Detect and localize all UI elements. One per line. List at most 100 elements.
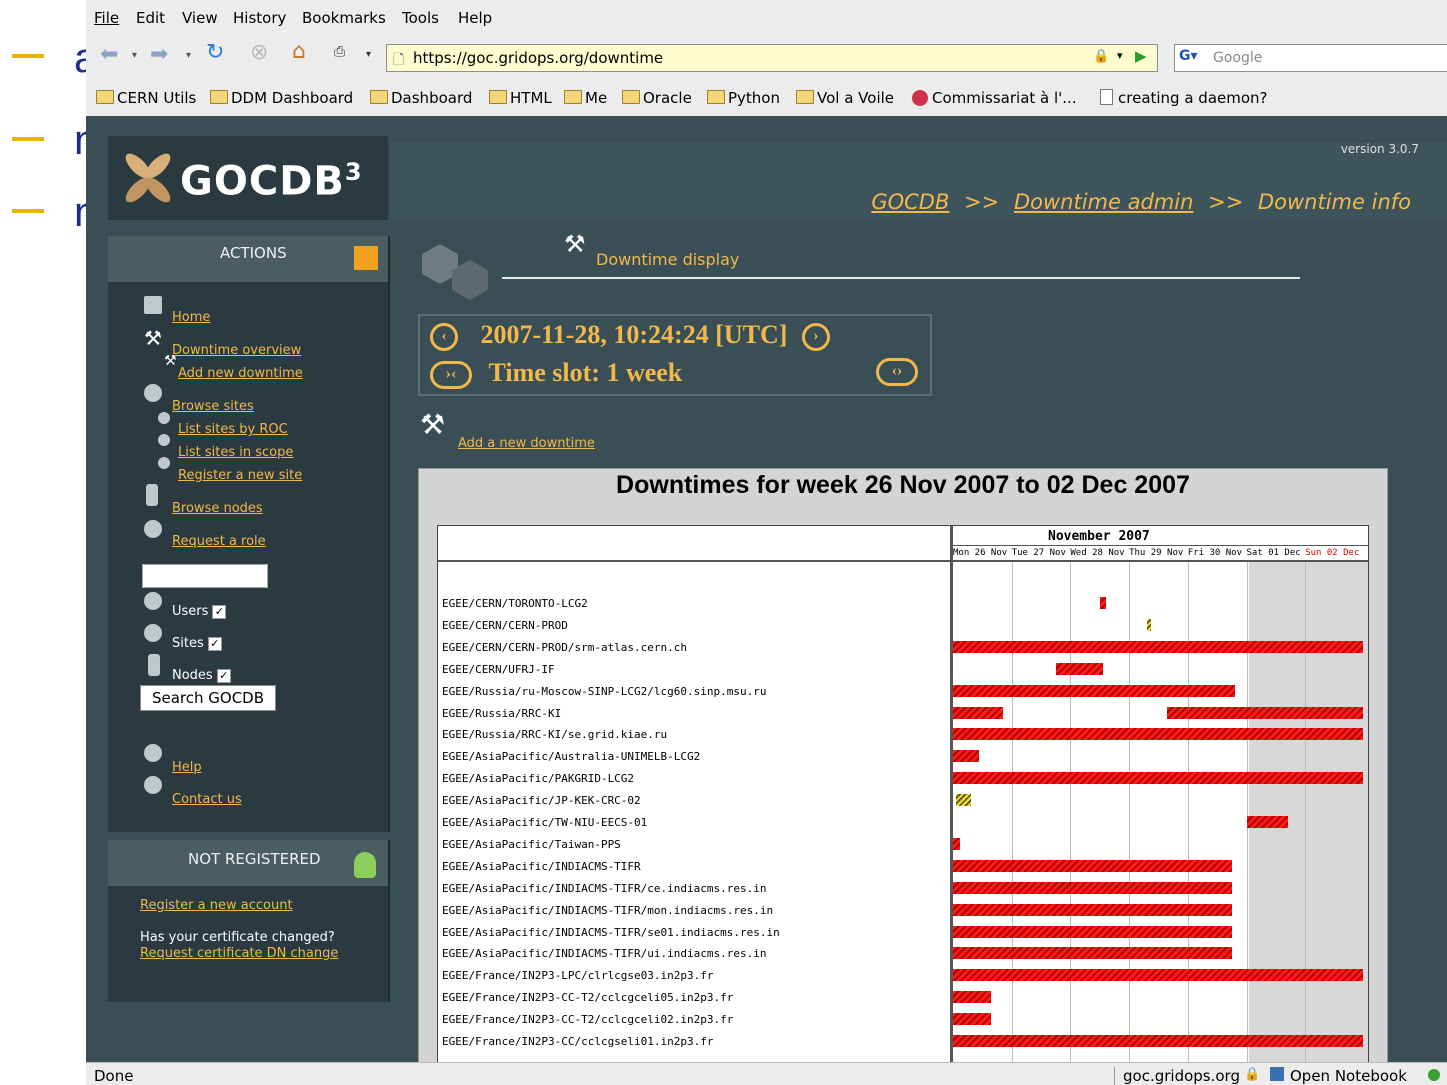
link-list-sites-by-roc[interactable]: List sites by ROC xyxy=(178,422,288,437)
downtime-bar[interactable] xyxy=(953,750,980,763)
downtime-bar[interactable] xyxy=(953,969,1363,982)
breadcrumb-downtime-admin[interactable]: Downtime admin xyxy=(1014,190,1193,214)
nodes-checkbox[interactable]: ✓ xyxy=(216,669,231,683)
row-label[interactable]: EGEE/France/IN2P3-CC-T2/cclcgceli02.in2p… xyxy=(442,1013,733,1026)
session-dropdown-icon[interactable]: ▾ xyxy=(366,49,371,60)
bookmark-folder[interactable]: HTML xyxy=(489,89,552,107)
sites-checkbox[interactable]: ✓ xyxy=(207,637,222,651)
bookmark-folder[interactable]: Python xyxy=(707,89,780,107)
downtime-bar[interactable] xyxy=(953,684,1235,697)
link-request-role[interactable]: Request a role xyxy=(172,534,266,549)
stop-icon[interactable]: ⊗ xyxy=(250,40,268,65)
row-label[interactable]: EGEE/AsiaPacific/PAKGRID-LCG2 xyxy=(442,772,634,785)
forward-dropdown-icon[interactable]: ▾ xyxy=(186,50,191,61)
menu-edit[interactable]: Edit xyxy=(136,9,165,27)
row-label[interactable]: EGEE/Russia/RRC-KI xyxy=(442,707,561,720)
link-contact-us[interactable]: Contact us xyxy=(172,792,242,807)
link-request-dn-change[interactable]: Request certificate DN change xyxy=(140,946,338,961)
downtime-bar[interactable] xyxy=(953,640,1363,653)
link-browse-sites[interactable]: Browse sites xyxy=(172,399,254,414)
row-label[interactable]: EGEE/France/IN2P3-CC-T2/cclcgceli05.in2p… xyxy=(442,991,733,1004)
menu-bookmarks[interactable]: Bookmarks xyxy=(302,9,386,27)
menu-help[interactable]: Help xyxy=(458,9,492,27)
session-icon[interactable]: ⎙ xyxy=(334,44,345,60)
row-label[interactable]: EGEE/France/IN2P3-CC/cclcgseli01.in2p3.f… xyxy=(442,1035,714,1048)
downtime-bar[interactable] xyxy=(953,837,961,850)
next-day-icon[interactable]: › xyxy=(801,323,830,351)
downtime-bar[interactable] xyxy=(953,1035,1363,1047)
bookmark-folder[interactable]: Me xyxy=(564,89,607,107)
filter-sites[interactable]: Sites ✓ xyxy=(172,636,222,651)
back-arrow-icon[interactable]: ⬅ xyxy=(100,42,118,67)
downtime-bar[interactable] xyxy=(953,881,1232,894)
bookmark-folder[interactable]: Dashboard xyxy=(370,89,472,107)
downtime-bar[interactable] xyxy=(1099,597,1106,609)
open-notebook-button[interactable]: Open Notebook xyxy=(1290,1067,1407,1085)
shrink-slot-icon[interactable]: ›‹ xyxy=(430,361,472,389)
bookmark-folder[interactable]: Oracle xyxy=(622,89,692,107)
link-register-new-site[interactable]: Register a new site xyxy=(178,468,302,483)
search-input[interactable]: G▾ Google xyxy=(1174,44,1447,72)
downtime-bar[interactable] xyxy=(953,925,1232,938)
prev-day-icon[interactable]: ‹ xyxy=(430,323,458,351)
row-label[interactable]: EGEE/France/IN2P3-LPC/clrlcgse03.in2p3.f… xyxy=(442,969,714,982)
search-gocdb-button[interactable]: Search GOCDB xyxy=(140,685,276,711)
bookmark-link[interactable]: creating a daemon? xyxy=(1100,89,1268,107)
downtime-bar[interactable] xyxy=(955,794,971,807)
downtime-bar[interactable] xyxy=(1055,662,1103,675)
forward-arrow-icon[interactable]: ➡ xyxy=(150,42,168,67)
reload-icon[interactable]: ↻ xyxy=(206,40,224,65)
link-downtime-overview[interactable]: Downtime overview xyxy=(172,343,301,358)
menu-file[interactable]: File xyxy=(94,9,119,27)
menu-history[interactable]: History xyxy=(233,9,286,27)
bookmark-link[interactable]: Commissariat à l'... xyxy=(912,89,1077,107)
row-label[interactable]: EGEE/AsiaPacific/INDIACMS-TIFR/se01.indi… xyxy=(442,926,780,939)
bookmark-folder[interactable]: Vol a Voile xyxy=(796,89,894,107)
row-label[interactable]: EGEE/AsiaPacific/INDIACMS-TIFR/ui.indiac… xyxy=(442,947,767,960)
downtime-bar[interactable] xyxy=(953,859,1232,872)
row-label[interactable]: EGEE/AsiaPacific/JP-KEK-CRC-02 xyxy=(442,794,641,807)
row-label[interactable]: EGEE/CERN/UFRJ-IF xyxy=(442,663,555,676)
go-icon[interactable]: ▶ xyxy=(1135,47,1147,65)
row-label[interactable]: EGEE/CERN/CERN-PROD/srm-atlas.cern.ch xyxy=(442,641,687,654)
row-label[interactable]: EGEE/AsiaPacific/INDIACMS-TIFR xyxy=(442,860,641,873)
link-help[interactable]: Help xyxy=(172,760,202,775)
downtime-bar[interactable] xyxy=(1167,706,1363,719)
menu-tools[interactable]: Tools xyxy=(402,9,439,27)
downtime-bar[interactable] xyxy=(953,772,1363,785)
notebook-icon[interactable] xyxy=(1270,1067,1284,1081)
link-register-account[interactable]: Register a new account xyxy=(140,898,293,913)
downtime-bar[interactable] xyxy=(1146,618,1151,631)
home-icon[interactable]: ⌂ xyxy=(292,39,306,64)
row-label[interactable]: EGEE/Russia/ru-Moscow-SINP-LCG2/lcg60.si… xyxy=(442,685,767,698)
downtime-bar[interactable] xyxy=(1246,816,1288,828)
search-gocdb-input[interactable] xyxy=(142,564,268,588)
downtime-bar[interactable] xyxy=(953,706,1003,719)
url-dropdown-icon[interactable]: ▾ xyxy=(1117,49,1123,62)
row-label[interactable]: EGEE/AsiaPacific/INDIACMS-TIFR/mon.india… xyxy=(442,904,773,917)
users-checkbox[interactable]: ✓ xyxy=(212,605,227,619)
url-bar[interactable]: 🗋 https://goc.gridops.org/downtime 🔒 ▾ ▶ xyxy=(386,44,1158,72)
menu-view[interactable]: View xyxy=(182,9,218,27)
row-label[interactable]: EGEE/AsiaPacific/TW-NIU-EECS-01 xyxy=(442,816,647,829)
downtime-bar[interactable] xyxy=(953,903,1232,916)
downtime-bar[interactable] xyxy=(953,728,1363,741)
filter-nodes[interactable]: Nodes ✓ xyxy=(172,668,231,683)
filter-users[interactable]: Users ✓ xyxy=(172,604,227,619)
row-label[interactable]: EGEE/AsiaPacific/Taiwan-PPS xyxy=(442,838,621,851)
link-home[interactable]: Home xyxy=(172,310,210,325)
link-add-new-downtime[interactable]: Add new downtime xyxy=(178,366,303,381)
row-label[interactable]: EGEE/AsiaPacific/Australia-UNIMELB-LCG2 xyxy=(442,750,700,763)
gocdb-logo[interactable]: GOCDB3 xyxy=(108,136,388,220)
row-label[interactable]: EGEE/CERN/TORONTO-LCG2 xyxy=(442,597,588,610)
row-label[interactable]: EGEE/CERN/CERN-PROD xyxy=(442,619,568,632)
downtime-bar[interactable] xyxy=(953,1013,992,1026)
link-list-sites-in-scope[interactable]: List sites in scope xyxy=(178,445,293,460)
row-label[interactable]: EGEE/Russia/RRC-KI/se.grid.kiae.ru xyxy=(442,728,667,741)
breadcrumb-gocdb[interactable]: GOCDB xyxy=(871,190,949,214)
google-icon[interactable]: G▾ xyxy=(1179,48,1198,64)
link-browse-nodes[interactable]: Browse nodes xyxy=(172,501,263,516)
bookmark-folder[interactable]: CERN Utils xyxy=(96,89,196,107)
downtime-bar[interactable] xyxy=(953,991,992,1004)
link-add-a-new-downtime[interactable]: Add a new downtime xyxy=(458,436,595,451)
